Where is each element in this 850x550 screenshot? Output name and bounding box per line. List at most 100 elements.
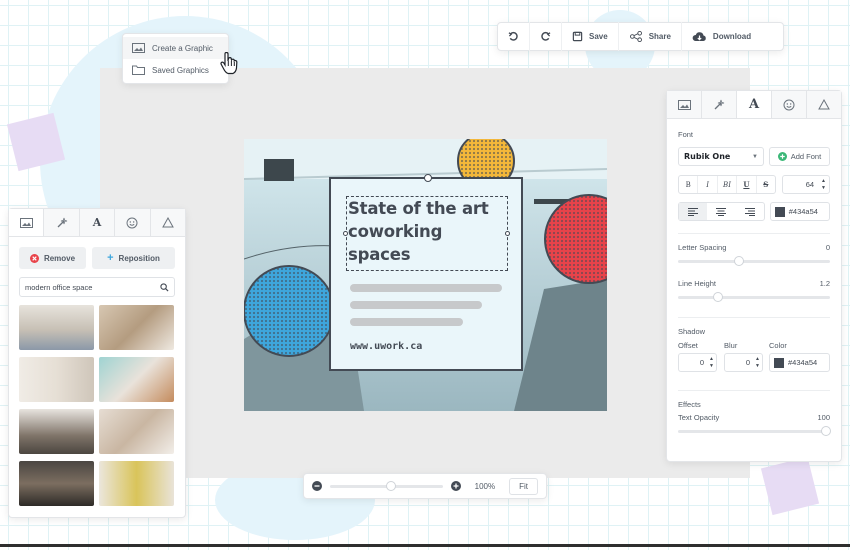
tab-effects[interactable]: [702, 91, 737, 118]
save-label: Save: [589, 32, 608, 41]
placeholder-line: [350, 318, 463, 326]
remove-label: Remove: [43, 253, 76, 263]
font-family-select[interactable]: Rubik One ▼: [678, 147, 764, 166]
redo-button[interactable]: [530, 22, 562, 51]
letter-spacing-value: 0: [825, 243, 830, 252]
zoom-in-icon[interactable]: [450, 481, 461, 491]
menu-item-label: Saved Graphics: [152, 65, 209, 75]
slider-knob[interactable]: [821, 426, 831, 436]
save-button[interactable]: Save: [562, 22, 619, 51]
text-style-group: B I BI U S: [678, 175, 776, 194]
image-thumbnail[interactable]: [99, 409, 174, 454]
tab-stickers[interactable]: [115, 209, 151, 236]
bottom-border: [0, 544, 850, 547]
add-font-button[interactable]: Add Font: [768, 147, 830, 166]
image-thumbnail[interactable]: [99, 461, 174, 506]
stepper-arrows-icon[interactable]: ▲ ▼: [709, 356, 714, 370]
image-thumbnail[interactable]: [19, 305, 94, 350]
strikethrough-button[interactable]: S: [757, 176, 775, 193]
tab-text[interactable]: A: [79, 209, 116, 236]
shadow-blur-stepper[interactable]: 0 ▲ ▼: [724, 353, 763, 372]
image-search-input[interactable]: modern office space: [19, 277, 175, 297]
text-align-group: [678, 202, 765, 221]
image-icon: [132, 43, 145, 53]
redo-icon: [540, 31, 551, 42]
download-label: Download: [712, 32, 752, 41]
download-button[interactable]: Download: [682, 22, 761, 51]
line-height-slider[interactable]: [678, 292, 830, 302]
text-opacity-value: 100: [817, 413, 830, 422]
tab-text[interactable]: A: [737, 91, 772, 118]
tab-images[interactable]: [667, 91, 702, 118]
shadow-color-value: #434a54: [788, 358, 818, 367]
menu-item-saved-graphics[interactable]: Saved Graphics: [123, 59, 228, 81]
image-thumbnail[interactable]: [99, 357, 174, 402]
undo-button[interactable]: [498, 22, 530, 51]
share-icon: [629, 31, 643, 42]
design-preview[interactable]: State of the art coworking spaces www.uw…: [244, 139, 607, 411]
url-text[interactable]: www.uwork.ca: [350, 341, 422, 352]
slider-knob[interactable]: [385, 480, 396, 491]
line-height-value: 1.2: [819, 279, 830, 288]
folder-icon: [132, 65, 145, 75]
add-circle-icon: [777, 152, 787, 161]
reposition-label: Reposition: [118, 253, 160, 263]
italic-button[interactable]: I: [698, 176, 718, 193]
align-right-icon[interactable]: [736, 203, 764, 220]
font-heading: Font: [678, 130, 694, 139]
share-button[interactable]: Share: [619, 22, 682, 51]
bold-button[interactable]: B: [679, 176, 699, 193]
text-color-picker[interactable]: #434a54: [769, 202, 830, 221]
hand-cursor-icon: [219, 52, 241, 76]
image-thumbnail[interactable]: [19, 357, 94, 402]
slider-knob[interactable]: [713, 292, 723, 302]
shadow-offset-stepper[interactable]: 0 ▲ ▼: [678, 353, 717, 372]
letter-spacing-label: Letter Spacing: [678, 243, 727, 252]
align-center-icon[interactable]: [707, 203, 735, 220]
align-left-icon[interactable]: [679, 203, 708, 220]
placeholder-line: [350, 301, 482, 309]
tab-stickers[interactable]: [772, 91, 807, 118]
effects-heading: Effects: [678, 400, 701, 409]
tab-images[interactable]: [9, 209, 45, 236]
image-thumbnail[interactable]: [99, 305, 174, 350]
remove-button[interactable]: Remove: [19, 247, 86, 269]
shape-icon: [818, 99, 830, 110]
headline-text[interactable]: State of the art coworking spaces: [348, 197, 508, 266]
font-size-stepper[interactable]: 64 ▲ ▼: [782, 175, 830, 194]
zoom-out-icon[interactable]: [312, 481, 322, 491]
text-opacity-slider[interactable]: [678, 426, 831, 436]
text-icon: A: [92, 216, 102, 229]
zoom-slider[interactable]: [330, 480, 443, 491]
stepper-arrows-icon[interactable]: ▲ ▼: [821, 178, 826, 192]
underline-button[interactable]: U: [737, 176, 757, 193]
slider-knob[interactable]: [734, 256, 744, 266]
tab-shapes[interactable]: [807, 91, 841, 118]
graphics-menu: Create a Graphic Saved Graphics: [122, 33, 229, 84]
reposition-button[interactable]: + Reposition: [92, 247, 175, 269]
offset-label: Offset: [678, 341, 698, 350]
font-family-value: Rubik One: [684, 152, 731, 161]
tab-shapes[interactable]: [150, 209, 186, 236]
image-results: [9, 297, 185, 506]
fit-button[interactable]: Fit: [509, 477, 538, 495]
shadow-heading: Shadow: [678, 327, 706, 336]
text-card[interactable]: State of the art coworking spaces www.uw…: [329, 174, 523, 371]
smiley-icon: [126, 217, 138, 229]
undo-icon: [508, 31, 519, 42]
menu-item-create-graphic[interactable]: Create a Graphic: [123, 37, 228, 59]
shadow-color-picker[interactable]: #434a54: [769, 353, 830, 372]
search-icon[interactable]: [160, 282, 169, 292]
text-opacity-label: Text Opacity: [678, 413, 720, 422]
rotate-handle[interactable]: [424, 174, 432, 182]
plus-icon: +: [107, 252, 114, 264]
bold-italic-button[interactable]: BI: [718, 176, 738, 193]
color-swatch: [774, 206, 785, 217]
stepper-arrows-icon[interactable]: ▲ ▼: [755, 356, 760, 370]
color-swatch: [774, 357, 784, 368]
letter-spacing-slider[interactable]: [678, 256, 830, 266]
image-thumbnail[interactable]: [19, 461, 94, 506]
tab-effects[interactable]: [44, 209, 80, 236]
image-thumbnail[interactable]: [19, 409, 94, 454]
zoom-bar: 100% Fit: [303, 473, 547, 499]
